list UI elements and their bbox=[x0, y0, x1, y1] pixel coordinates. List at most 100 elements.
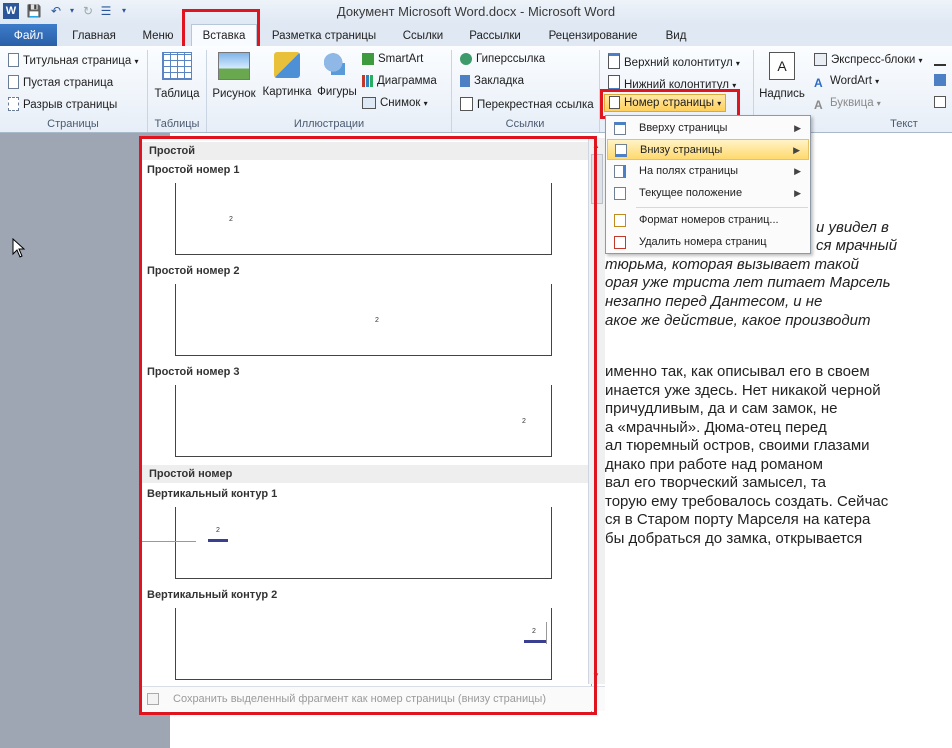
header-icon bbox=[608, 53, 620, 69]
quick-parts-icon bbox=[814, 53, 827, 66]
clipart-button[interactable]: Картинка bbox=[260, 52, 314, 98]
picture-icon bbox=[218, 52, 250, 80]
menu-item-label: Внизу страницы bbox=[640, 144, 723, 156]
insert-tab-highlight bbox=[182, 9, 260, 49]
bookmark-icon bbox=[460, 75, 470, 87]
tab-mailings[interactable]: Рассылки bbox=[462, 27, 528, 45]
object-icon[interactable] bbox=[934, 96, 946, 108]
doc-line: ся мрачный bbox=[816, 237, 898, 254]
remove-numbers-icon bbox=[614, 236, 626, 249]
menu-item-label: Формат номеров страниц... bbox=[639, 214, 779, 226]
picture-button[interactable]: Рисунок bbox=[210, 52, 258, 100]
tab-page-layout[interactable]: Разметка страницы bbox=[264, 27, 384, 45]
menu-item-page-margins[interactable]: На полях страницы ▶ bbox=[607, 161, 809, 182]
wordart-icon: A bbox=[814, 76, 823, 90]
doc-line: инается уже здесь. Нет никакой черной bbox=[605, 382, 881, 399]
picture-label: Рисунок bbox=[212, 88, 256, 100]
tab-references[interactable]: Ссылки bbox=[395, 27, 451, 45]
doc-line: и увидел в bbox=[816, 219, 889, 236]
pages-group-label: Страницы bbox=[47, 118, 99, 130]
quick-parts-button[interactable]: Экспресс-блоки ▾ bbox=[814, 53, 923, 66]
links-group-label: Ссылки bbox=[505, 118, 545, 130]
clipart-icon bbox=[274, 52, 300, 78]
smartart-label: SmartArt bbox=[378, 53, 424, 65]
screenshot-icon bbox=[362, 97, 376, 109]
illustrations-group-label: Иллюстрации bbox=[293, 118, 365, 130]
bookmark-button[interactable]: Закладка bbox=[460, 75, 524, 87]
cross-reference-label: Перекрестная ссылка bbox=[477, 99, 594, 111]
cover-page-label: Титульная страница bbox=[23, 55, 132, 67]
page-break-button[interactable]: Разрыв страницы bbox=[8, 97, 117, 111]
menu-separator bbox=[636, 207, 808, 208]
screenshot-label: Снимок bbox=[380, 97, 421, 109]
hyperlink-icon bbox=[460, 53, 472, 65]
doc-line: ся в Старом порту Марселя на катера bbox=[605, 511, 871, 528]
shapes-button[interactable]: Фигуры bbox=[314, 52, 360, 98]
menu-item-remove-page-numbers[interactable]: Удалить номера страниц bbox=[607, 232, 809, 253]
page-top-icon bbox=[614, 122, 626, 135]
blank-page-label: Пустая страница bbox=[23, 77, 114, 89]
dropcap-button[interactable]: A Буквица ▾ bbox=[814, 97, 881, 112]
doc-line: а «мрачный». Дюма-отец перед bbox=[605, 419, 827, 436]
chart-label: Диаграмма bbox=[377, 75, 437, 87]
tab-view[interactable]: Вид bbox=[656, 27, 696, 45]
hyperlink-button[interactable]: Гиперссылка bbox=[460, 53, 545, 65]
menu-item-top-of-page[interactable]: Вверху страницы ▶ bbox=[607, 118, 809, 139]
cross-reference-icon bbox=[460, 97, 473, 111]
tab-file[interactable]: Файл bbox=[0, 24, 57, 46]
bookmark-label: Закладка bbox=[474, 75, 524, 87]
doc-line: акое же действие, какое производит bbox=[605, 312, 871, 329]
clipart-label: Картинка bbox=[262, 86, 312, 98]
menu-item-label: На полях страницы bbox=[639, 165, 739, 177]
signature-line-icon[interactable] bbox=[934, 52, 946, 66]
doc-line: орая уже триста лет питает Марсель bbox=[605, 274, 891, 291]
doc-line: торую ему требовалось создать. Сейчас bbox=[605, 493, 889, 510]
submenu-arrow-icon: ▶ bbox=[794, 166, 801, 176]
smartart-button[interactable]: SmartArt bbox=[362, 53, 423, 65]
table-button[interactable]: Таблица bbox=[152, 52, 202, 100]
tables-group-label: Таблицы bbox=[154, 118, 200, 130]
doc-line: днако при работе над романом bbox=[605, 456, 823, 473]
wordart-label: WordArt bbox=[830, 75, 872, 87]
menu-item-bottom-of-page[interactable]: Внизу страницы ▶ bbox=[607, 139, 809, 160]
window-title: Документ Microsoft Word.docx - Microsoft… bbox=[336, 4, 616, 19]
title-bar: W 💾 ↶ ▾ ↻ ☰ ▾ Документ Microsoft Word.do… bbox=[0, 0, 952, 24]
table-icon bbox=[162, 52, 192, 80]
submenu-arrow-icon: ▶ bbox=[794, 123, 801, 133]
current-position-icon bbox=[614, 187, 626, 200]
doc-line: причудливым, да и сам замок, не bbox=[605, 400, 838, 417]
tab-review[interactable]: Рецензирование bbox=[540, 27, 646, 45]
quick-parts-label: Экспресс-блоки bbox=[831, 54, 916, 66]
chart-button[interactable]: Диаграмма bbox=[362, 75, 437, 87]
header-button[interactable]: Верхний колонтитул ▾ bbox=[608, 53, 740, 69]
cross-reference-button[interactable]: Перекрестная ссылка bbox=[460, 97, 594, 111]
gallery-highlight bbox=[139, 136, 597, 715]
tab-home[interactable]: Главная bbox=[64, 27, 124, 45]
menu-item-format-page-numbers[interactable]: Формат номеров страниц... bbox=[607, 210, 809, 231]
page-bottom-icon bbox=[615, 144, 627, 157]
text-group-label: Текст bbox=[890, 118, 918, 130]
screenshot-button[interactable]: Снимок ▾ bbox=[362, 97, 428, 109]
wordart-button[interactable]: A WordArt ▾ bbox=[814, 75, 879, 90]
cover-page-icon bbox=[8, 53, 19, 67]
page-number-submenu: Вверху страницы ▶ Внизу страницы ▶ На по… bbox=[605, 115, 811, 254]
smartart-icon bbox=[362, 53, 374, 65]
table-label: Таблица bbox=[154, 88, 200, 100]
format-numbers-icon bbox=[614, 214, 626, 227]
page-break-label: Разрыв страницы bbox=[23, 99, 118, 111]
menu-item-label: Вверху страницы bbox=[639, 122, 728, 134]
menu-item-current-position[interactable]: Текущее положение ▶ bbox=[607, 183, 809, 204]
mouse-cursor-icon bbox=[12, 238, 26, 258]
tab-menu[interactable]: Меню bbox=[132, 27, 184, 45]
hyperlink-label: Гиперссылка bbox=[476, 53, 546, 65]
page-break-icon bbox=[8, 97, 19, 111]
cover-page-button[interactable]: Титульная страница ▾ bbox=[8, 53, 139, 67]
menu-item-label: Текущее положение bbox=[639, 187, 743, 199]
date-time-icon[interactable] bbox=[934, 74, 946, 86]
blank-page-icon bbox=[8, 75, 19, 89]
textbox-button[interactable]: A Надпись bbox=[756, 52, 808, 100]
doc-line: ал тюремный остров, своими глазами bbox=[605, 437, 870, 454]
blank-page-button[interactable]: Пустая страница bbox=[8, 75, 113, 89]
submenu-arrow-icon: ▶ bbox=[794, 188, 801, 198]
menu-item-label: Удалить номера страниц bbox=[639, 236, 767, 248]
